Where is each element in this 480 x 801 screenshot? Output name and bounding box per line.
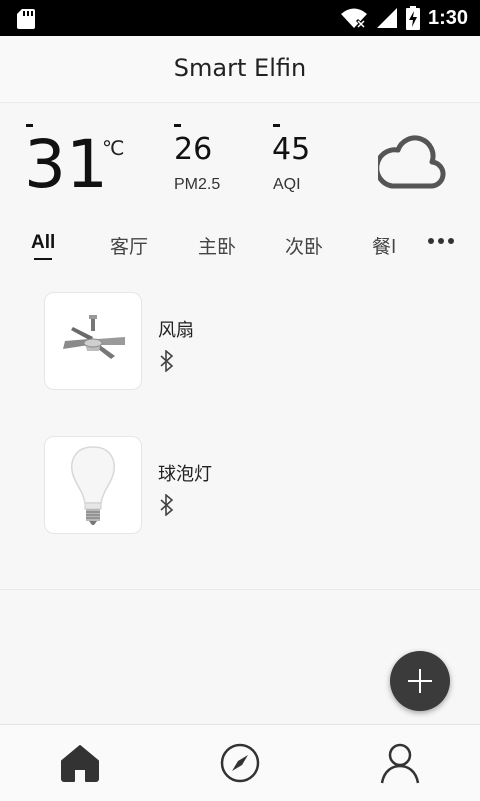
ceiling-fan-image bbox=[63, 315, 125, 359]
pm25-label: PM2.5 bbox=[174, 176, 221, 193]
tab-living-room[interactable]: 客厅 bbox=[110, 232, 148, 259]
sd-card-icon bbox=[17, 9, 35, 29]
temperature-value: 31 bbox=[24, 126, 108, 203]
device-item-bulb[interactable]: 球泡灯 bbox=[44, 436, 424, 536]
home-icon[interactable] bbox=[58, 741, 102, 785]
device-name: 球泡灯 bbox=[158, 464, 212, 485]
bluetooth-icon bbox=[160, 350, 174, 372]
tab-dining-room[interactable]: 餐l bbox=[372, 232, 396, 259]
device-name: 风扇 bbox=[158, 320, 194, 341]
tab-second-bedroom[interactable]: 次卧 bbox=[285, 232, 323, 259]
page-title: Smart Elfin bbox=[173, 54, 307, 82]
add-device-button[interactable] bbox=[390, 651, 450, 711]
compass-icon[interactable] bbox=[218, 741, 262, 785]
pm25-value: 26 bbox=[174, 132, 213, 167]
active-tab-indicator bbox=[34, 258, 52, 260]
bulb-thumbnail bbox=[44, 436, 142, 534]
tab-master-bedroom[interactable]: 主卧 bbox=[198, 232, 236, 259]
list-divider bbox=[0, 589, 480, 590]
more-tabs-button[interactable] bbox=[428, 238, 454, 244]
fan-thumbnail bbox=[44, 292, 142, 390]
plus-icon bbox=[408, 669, 432, 693]
more-dot bbox=[428, 238, 434, 244]
bottom-navigation bbox=[0, 724, 480, 801]
more-dot bbox=[448, 238, 454, 244]
light-bulb-image bbox=[71, 446, 115, 525]
temperature-unit: ℃ bbox=[102, 136, 125, 160]
tab-all[interactable]: All bbox=[31, 232, 55, 254]
bluetooth-icon bbox=[160, 494, 174, 516]
pm25-marker bbox=[174, 124, 181, 127]
status-bar: 1:30 bbox=[0, 0, 480, 36]
app-bar: Smart Elfin bbox=[0, 36, 480, 103]
battery-charging-icon bbox=[405, 6, 420, 30]
wifi-icon bbox=[340, 8, 367, 29]
room-tabs: All 客厅 主卧 次卧 餐l bbox=[0, 226, 480, 266]
aqi-marker bbox=[273, 124, 280, 127]
cloud-icon bbox=[378, 135, 446, 189]
aqi-label: AQI bbox=[273, 176, 301, 193]
cell-signal-icon bbox=[376, 8, 397, 28]
aqi-value: 45 bbox=[272, 132, 311, 167]
more-dot bbox=[438, 238, 444, 244]
status-time: 1:30 bbox=[427, 6, 468, 29]
profile-icon[interactable] bbox=[378, 741, 422, 785]
device-item-fan[interactable]: 风扇 bbox=[44, 292, 424, 392]
